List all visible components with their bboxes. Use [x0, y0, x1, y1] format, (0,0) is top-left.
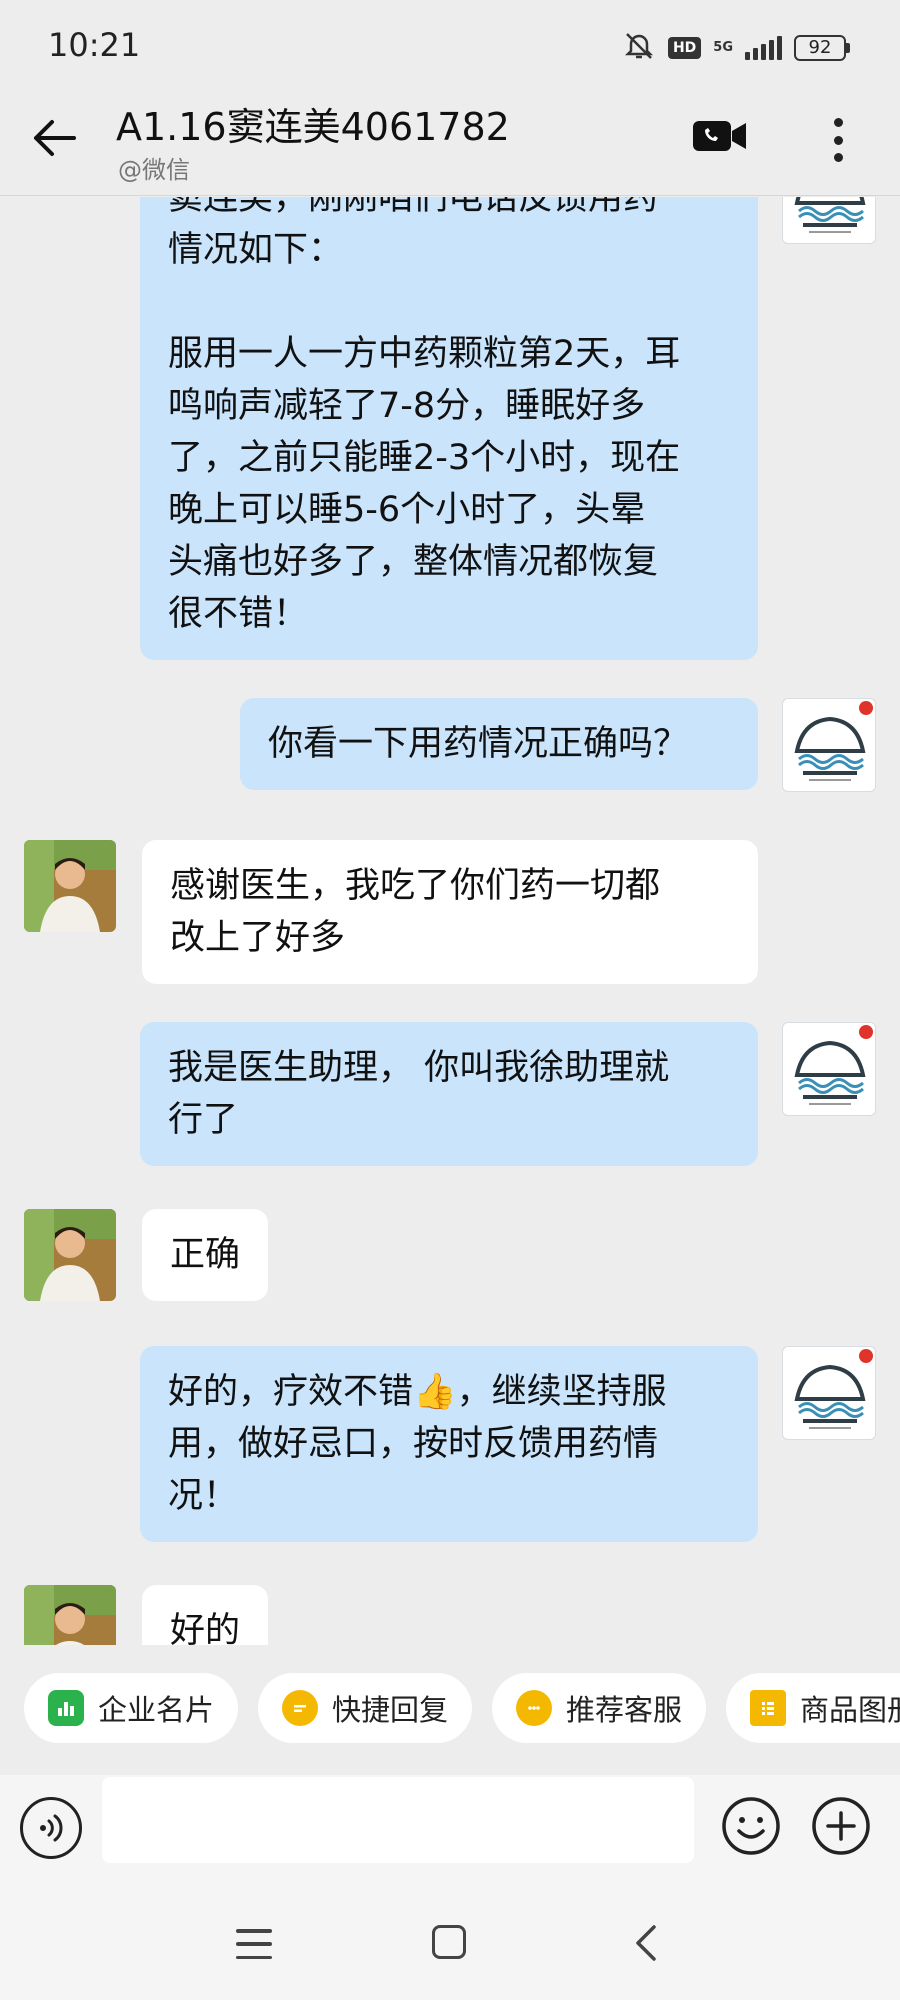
more-options-button[interactable] [826, 114, 850, 166]
hospital-avatar[interactable] [782, 1022, 876, 1116]
battery-icon: 92 [794, 35, 850, 61]
network-type: 5G [713, 40, 733, 55]
business-card-button[interactable]: 企业名片 [24, 1673, 239, 1743]
quick-reply-icon [282, 1690, 318, 1726]
chat-header: A1.16窦连美4061782 @微信 [0, 90, 900, 196]
voice-icon [40, 1814, 63, 1842]
unread-dot [859, 701, 873, 715]
status-time: 10:21 [48, 26, 141, 64]
contact-photo [24, 1209, 116, 1301]
message-bubble-incoming[interactable]: 正确 [142, 1209, 269, 1301]
more-functions-button[interactable] [810, 1795, 872, 1857]
message-bubble-outgoing[interactable]: 我是医生助理， 你叫我徐助理就 行了 [140, 1022, 758, 1166]
chat-title: A1.16窦连美4061782 [116, 105, 510, 149]
status-icons: HD 5G 92 [622, 28, 850, 68]
status-bar: 10:21 HD 5G 92 [0, 0, 900, 90]
quick-action-label: 快捷回复 [332, 1693, 449, 1727]
product-album-icon [750, 1690, 786, 1726]
chat-subtitle: @微信 [118, 156, 190, 184]
contact-avatar[interactable] [24, 1585, 116, 1645]
contact-photo [24, 1585, 116, 1645]
hospital-avatar[interactable] [782, 698, 876, 792]
customer-service-icon [516, 1690, 552, 1726]
message-bubble-outgoing[interactable]: 你看一下用药情况正确吗？ [240, 698, 758, 790]
business-card-icon [48, 1690, 84, 1726]
recent-apps-button[interactable] [236, 1929, 272, 1959]
quick-reply-button[interactable]: 快捷回复 [258, 1673, 473, 1743]
message-input[interactable] [102, 1777, 694, 1863]
recommend-service-button[interactable]: 推荐客服 [492, 1673, 707, 1743]
chat-messages[interactable]: 窦连美，刚刚咱们电话反馈用药 情况如下： 服用一人一方中药颗粒第2天，耳 鸣响声… [0, 197, 900, 1645]
voice-input-button[interactable] [20, 1797, 82, 1859]
arrow-left-icon [34, 120, 76, 156]
quick-action-label: 商品图册 [800, 1693, 900, 1727]
home-button[interactable] [432, 1925, 466, 1959]
unread-dot [859, 1025, 873, 1039]
contact-photo [24, 840, 116, 932]
product-album-button[interactable]: 商品图册 [726, 1673, 900, 1743]
message-bubble-outgoing[interactable]: 窦连美，刚刚咱们电话反馈用药 情况如下： 服用一人一方中药颗粒第2天，耳 鸣响声… [140, 197, 758, 660]
message-bubble-outgoing[interactable]: 好的，疗效不错👍，继续坚持服 用，做好忌口，按时反馈用药情 况！ [140, 1346, 758, 1542]
system-nav-bar [0, 1891, 900, 2000]
smiley-icon [722, 1797, 780, 1855]
emoji-button[interactable] [720, 1795, 782, 1857]
mute-vibrate-icon [622, 31, 656, 66]
quick-action-label: 企业名片 [98, 1693, 215, 1727]
input-bar [0, 1775, 900, 1891]
plus-icon [812, 1797, 870, 1855]
back-button[interactable] [26, 110, 82, 166]
hospital-avatar[interactable] [782, 197, 876, 244]
quick-actions-bar: 企业名片 快捷回复 推荐客服 商品图册 [0, 1645, 900, 1775]
nav-back-button[interactable] [630, 1923, 660, 1963]
video-call-button[interactable] [692, 118, 752, 158]
message-bubble-incoming[interactable]: 好的 [142, 1585, 269, 1645]
hospital-logo-icon [794, 197, 866, 233]
contact-avatar[interactable] [24, 1209, 116, 1301]
video-call-icon [693, 121, 746, 151]
unread-dot [859, 1349, 873, 1363]
hd-badge: HD [667, 37, 702, 59]
signal-icon [745, 36, 782, 60]
contact-avatar[interactable] [24, 840, 116, 932]
battery-level: 92 [794, 35, 846, 61]
hospital-avatar[interactable] [782, 1346, 876, 1440]
chevron-left-icon [636, 1925, 656, 1961]
message-bubble-incoming[interactable]: 感谢医生，我吃了你们药一切都 改上了好多 [142, 840, 758, 984]
quick-action-label: 推荐客服 [566, 1693, 683, 1727]
